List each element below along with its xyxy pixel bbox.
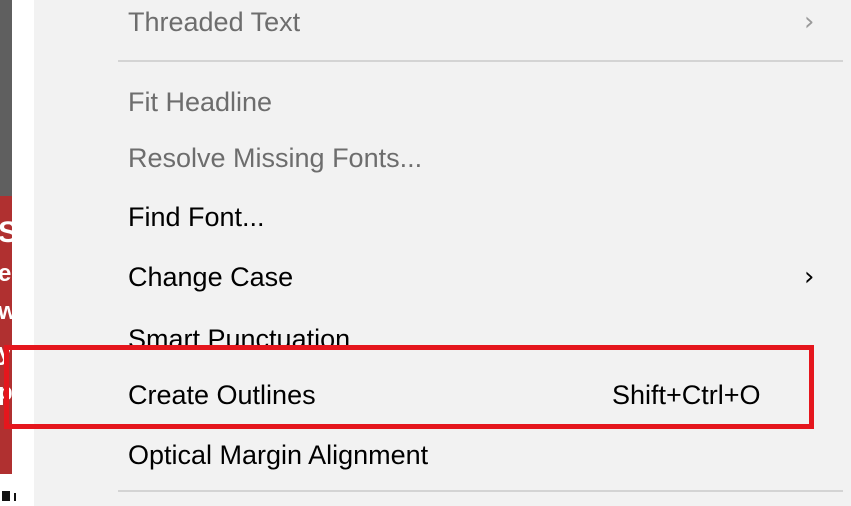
- menu-item-label: Fit Headline: [128, 86, 273, 117]
- chevron-right-icon: ›: [804, 262, 815, 292]
- background-text-char: p: [0, 379, 13, 406]
- menu-item-label: Threaded Text: [128, 6, 301, 37]
- background-bottom-area: [0, 474, 34, 506]
- menu-separator: [118, 60, 843, 62]
- menu-item-label: Create Outlines: [128, 379, 316, 410]
- menu-separator: [118, 490, 843, 492]
- menu-item-label: Find Font...: [128, 201, 265, 232]
- menu-item-smart-punctuation[interactable]: Smart Punctuation...: [34, 311, 851, 367]
- menu-item-fit-headline[interactable]: Fit Headline: [34, 74, 851, 130]
- chevron-right-icon: ›: [804, 7, 815, 37]
- menu-item-optical-margin-alignment[interactable]: Optical Margin Alignment: [34, 427, 851, 483]
- menu-item-shortcut: Shift+Ctrl+O: [612, 379, 761, 410]
- menu-item-create-outlines[interactable]: Create Outlines Shift+Ctrl+O: [34, 367, 851, 423]
- menu-item-find-font[interactable]: Find Font...: [34, 189, 851, 245]
- background-mark: [2, 491, 10, 501]
- menu-item-change-case[interactable]: Change Case ›: [34, 249, 851, 305]
- type-context-menu: Threaded Text › Fit Headline Resolve Mis…: [34, 0, 851, 506]
- background-text-char: e: [0, 260, 12, 287]
- menu-item-label: Smart Punctuation...: [128, 323, 373, 354]
- menu-item-label: Resolve Missing Fonts...: [128, 142, 423, 173]
- background-text-char: y: [0, 339, 12, 366]
- background-red-panel: S e w y p: [0, 196, 18, 474]
- menu-item-label: Optical Margin Alignment: [128, 439, 429, 470]
- background-app-strip: S e w y p: [0, 0, 34, 506]
- background-dark-panel: [0, 0, 12, 196]
- menu-item-resolve-missing-fonts[interactable]: Resolve Missing Fonts...: [34, 130, 851, 186]
- background-text-char: w: [0, 298, 17, 325]
- background-mark: [14, 493, 16, 501]
- background-text-char: S: [0, 216, 19, 249]
- menu-item-label: Change Case: [128, 261, 294, 292]
- menu-item-threaded-text[interactable]: Threaded Text ›: [34, 0, 851, 50]
